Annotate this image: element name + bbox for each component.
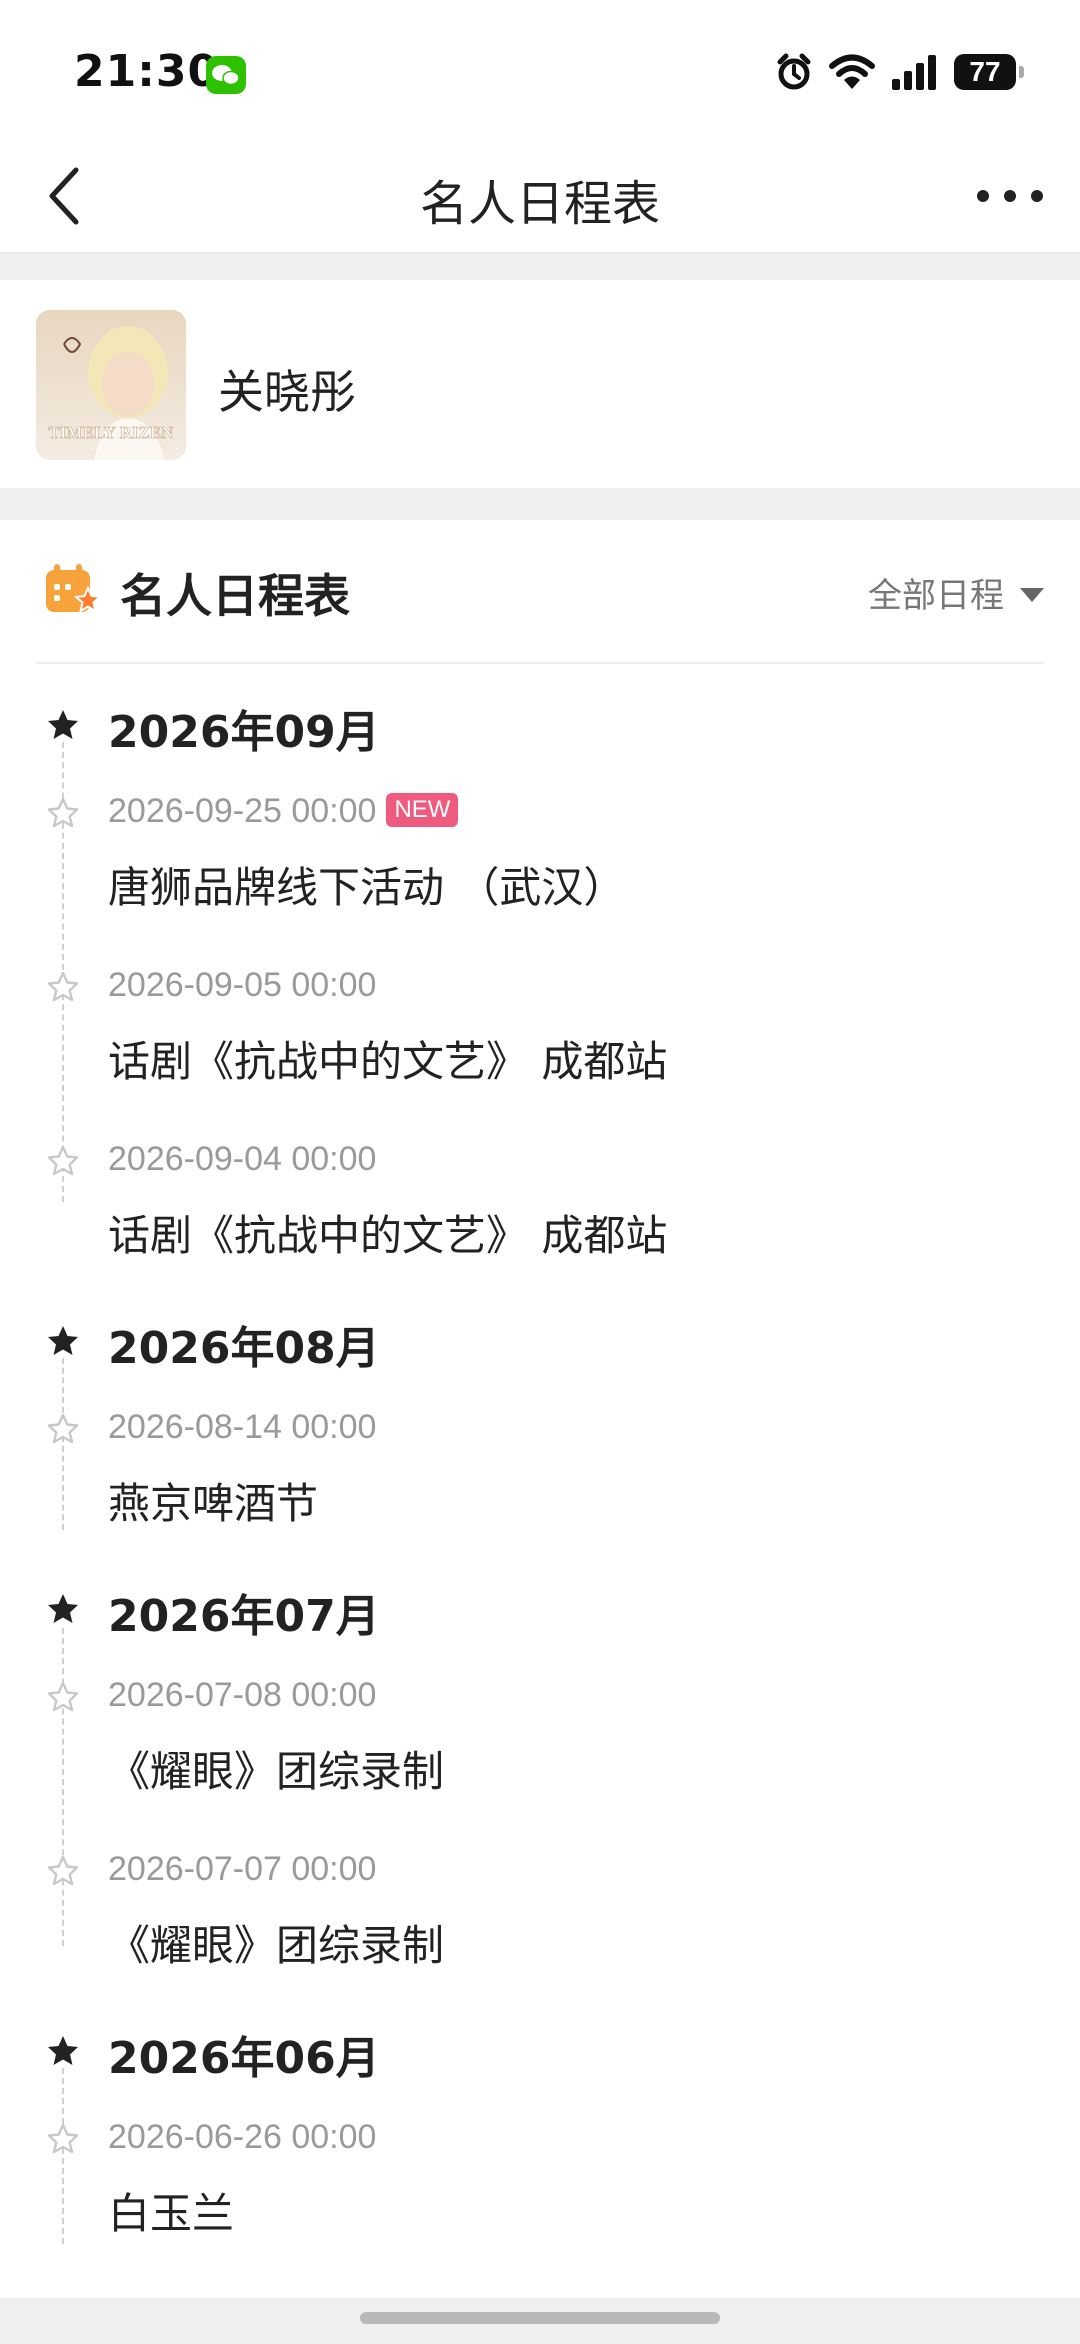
star-filled-icon xyxy=(48,710,78,739)
event-title[interactable]: 唐狮品牌线下活动 （武汉） xyxy=(108,854,625,915)
schedule-section-header: 名人日程表 全部日程 xyxy=(36,520,1044,664)
month-header: 2026年09月 xyxy=(108,707,380,758)
status-time: 21:30 xyxy=(74,46,220,97)
event-date: 2026-08-14 00:00 xyxy=(108,1408,377,1446)
status-bar: 21:30 77 xyxy=(0,0,1080,140)
battery-indicator: 77 xyxy=(954,54,1024,90)
star-filled-icon xyxy=(48,1594,78,1623)
event-date: 2026-06-26 00:00 xyxy=(108,2118,377,2156)
month-header: 2026年08月 xyxy=(108,1323,380,1374)
caret-down-icon xyxy=(1020,587,1044,602)
section-title: 名人日程表 xyxy=(120,569,350,623)
more-options-button[interactable] xyxy=(970,160,1050,232)
home-indicator[interactable] xyxy=(360,2312,720,2324)
event-title[interactable]: 《耀眼》团综录制 xyxy=(108,1738,444,1799)
event-title[interactable]: 白玉兰 xyxy=(108,2180,234,2241)
calendar-star-icon xyxy=(46,564,100,614)
event-title[interactable]: 话剧《抗战中的文艺》 成都站 xyxy=(108,1202,667,1263)
event-title[interactable]: 话剧《抗战中的文艺》 成都站 xyxy=(108,1028,667,1089)
event-date: 2026-07-07 00:00 xyxy=(108,1850,377,1888)
section-divider xyxy=(0,253,1080,280)
event-title[interactable]: 《耀眼》团综录制 xyxy=(108,1912,444,1973)
event-date: 2026-09-04 00:00 xyxy=(108,1140,377,1178)
nav-bar: 名人日程表 xyxy=(0,140,1080,253)
celebrity-name: 关晓彤 xyxy=(218,365,356,419)
event-date: 2026-09-25 00:00 NEW xyxy=(108,792,459,831)
schedule-filter-dropdown[interactable]: 全部日程 xyxy=(868,568,1044,617)
more-dots-icon xyxy=(977,190,1043,202)
alarm-icon xyxy=(777,53,811,90)
star-outline-icon xyxy=(47,1145,79,1176)
event-title[interactable]: 燕京啤酒节 xyxy=(108,1470,318,1531)
star-outline-icon xyxy=(47,1855,79,1886)
star-outline-icon xyxy=(47,797,79,828)
page-title: 名人日程表 xyxy=(419,176,660,232)
celebrity-card[interactable]: TIMELY RIZEN 关晓彤 xyxy=(0,280,1080,488)
star-outline-icon xyxy=(47,971,79,1002)
new-badge: NEW xyxy=(386,793,459,828)
cellular-signal-icon xyxy=(892,55,936,90)
wechat-notification-icon xyxy=(206,56,246,94)
star-outline-icon xyxy=(47,1681,79,1712)
event-date: 2026-07-08 00:00 xyxy=(108,1676,377,1714)
event-date: 2026-09-05 00:00 xyxy=(108,966,377,1004)
star-filled-icon xyxy=(48,1326,78,1355)
section-divider xyxy=(0,488,1080,520)
celebrity-avatar[interactable]: TIMELY RIZEN xyxy=(36,310,186,460)
timeline-line xyxy=(62,2068,64,2244)
star-outline-icon xyxy=(47,1413,79,1444)
status-icons: 77 xyxy=(774,50,1024,94)
star-outline-icon xyxy=(47,2123,79,2154)
wifi-icon xyxy=(829,54,875,89)
avatar-logo-text: TIMELY RIZEN xyxy=(49,423,175,442)
star-filled-icon xyxy=(48,2036,78,2065)
month-header: 2026年07月 xyxy=(108,1591,380,1642)
timeline-line xyxy=(62,1628,64,1946)
month-header: 2026年06月 xyxy=(108,2033,380,2084)
filter-label: 全部日程 xyxy=(868,576,1004,616)
